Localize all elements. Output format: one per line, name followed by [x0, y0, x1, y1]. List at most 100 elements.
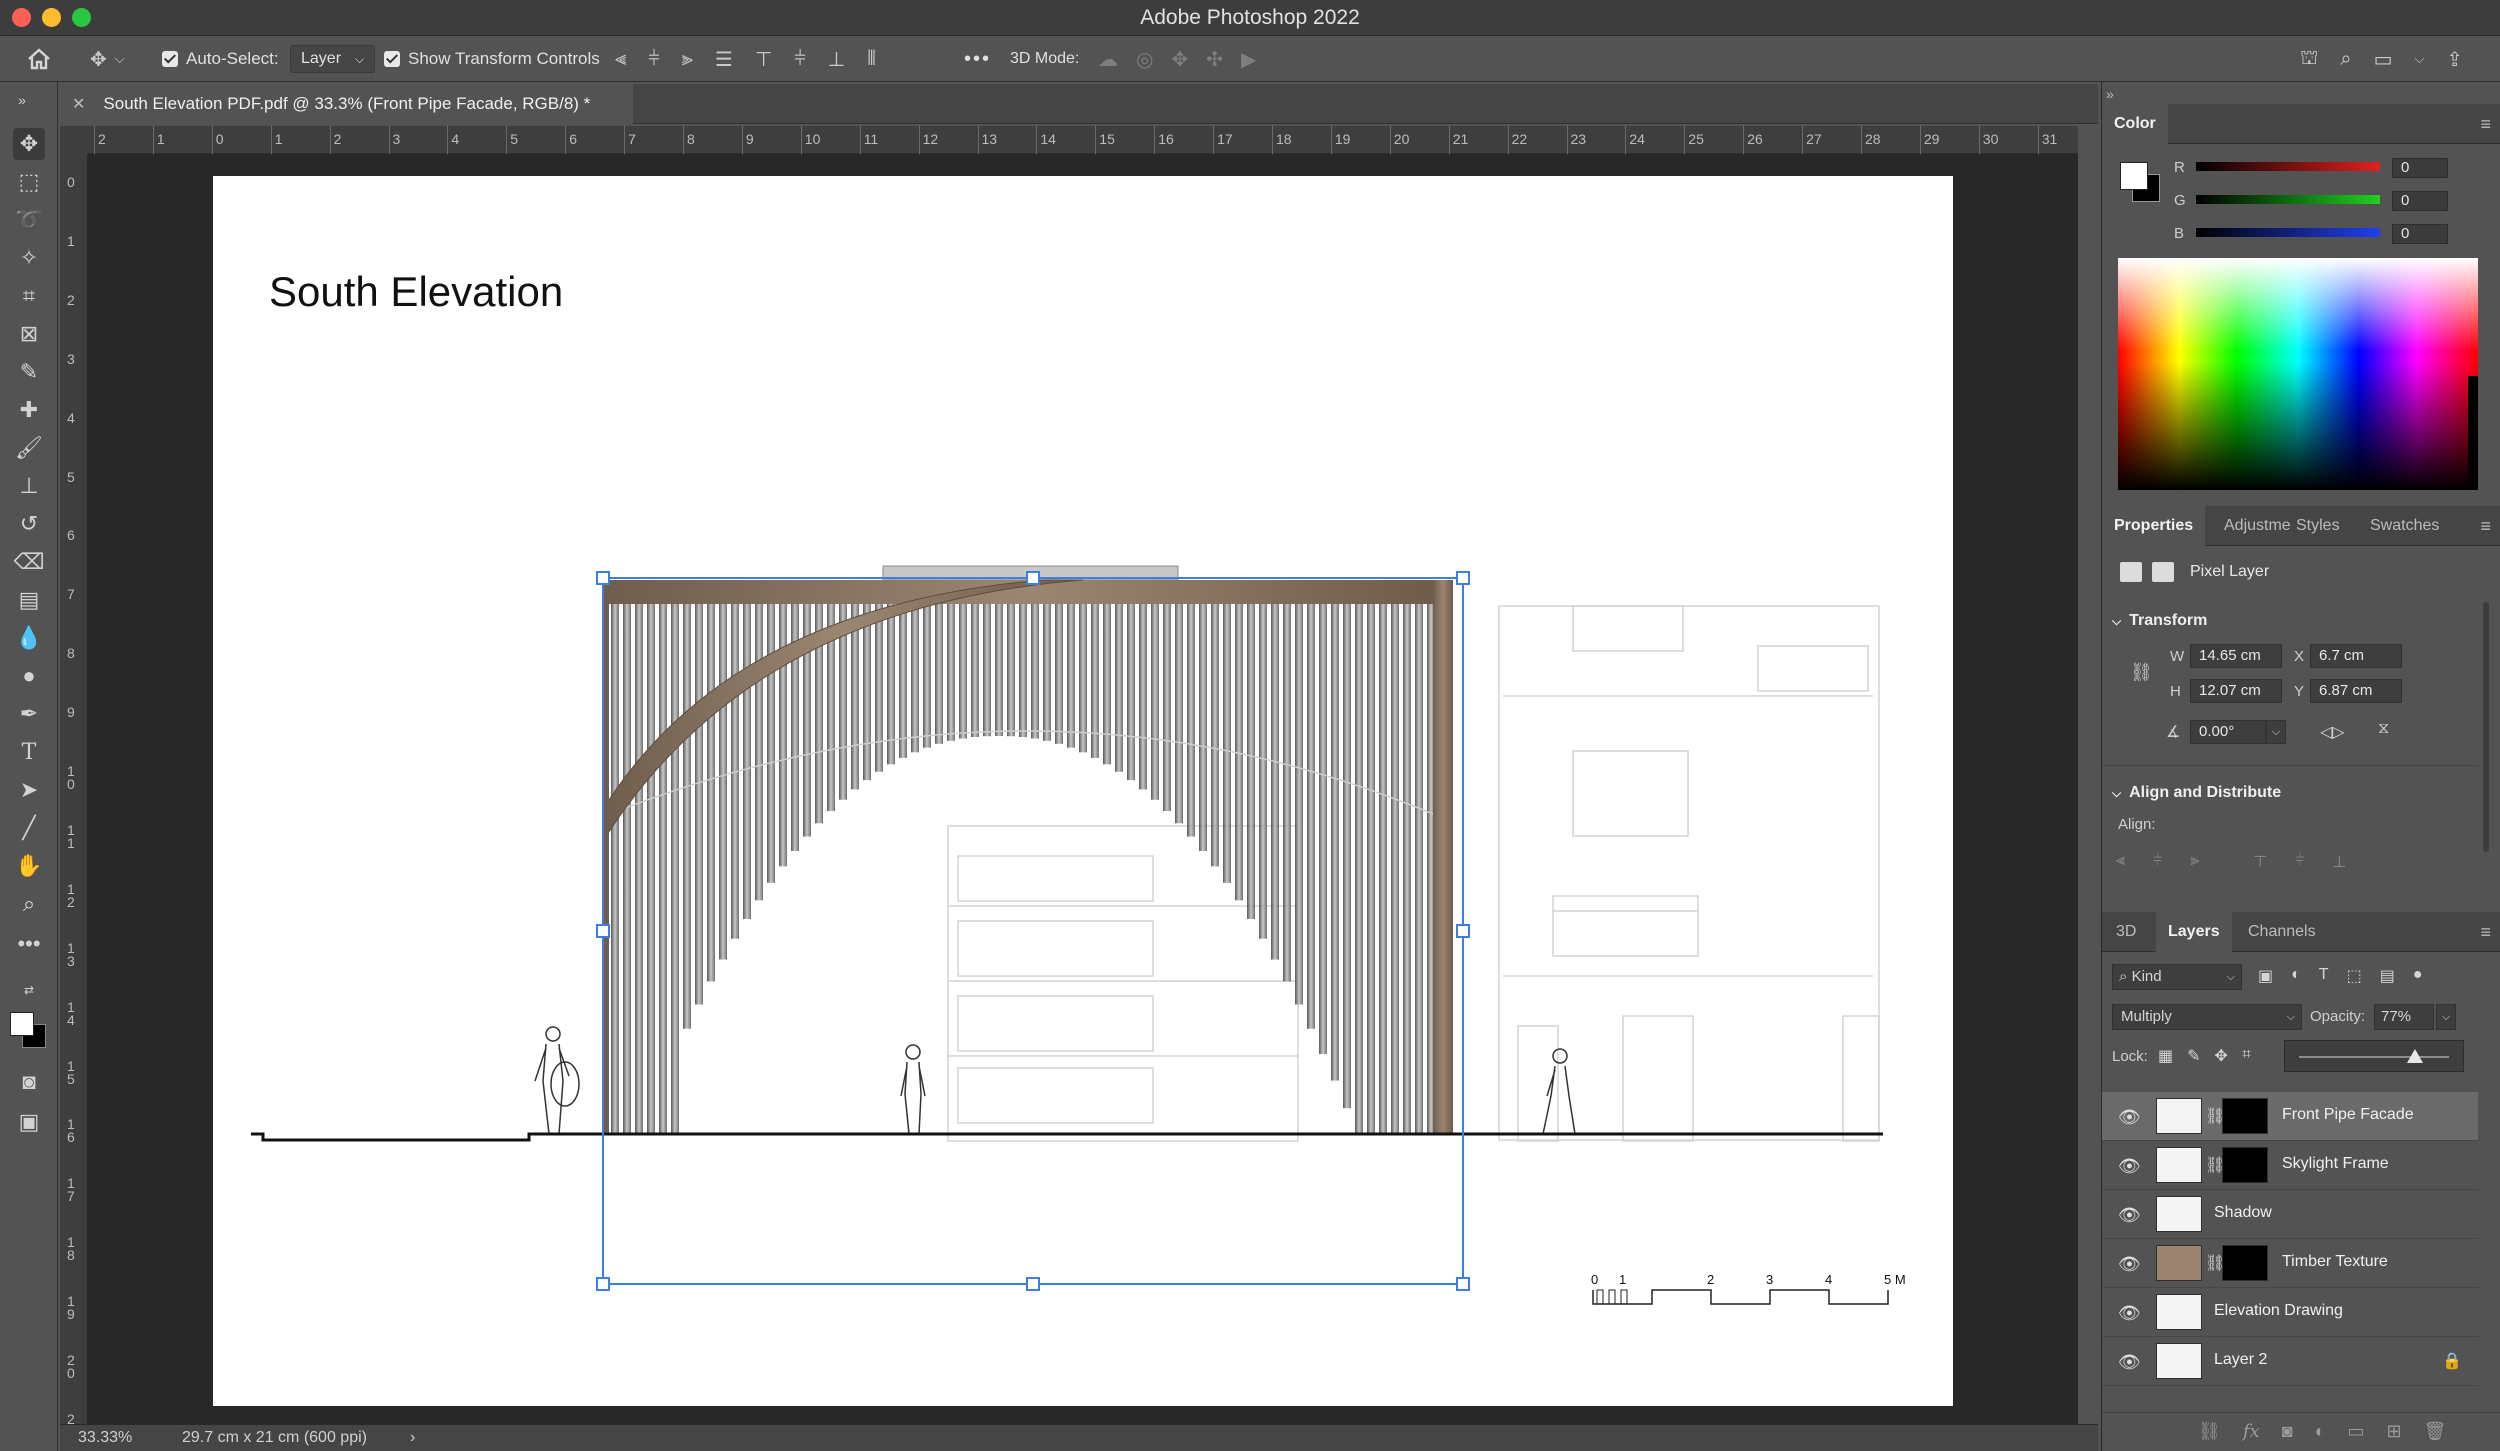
clone-stamp-icon[interactable]: ⊥	[13, 470, 45, 502]
blue-slider[interactable]	[2196, 228, 2380, 237]
opacity-input[interactable]: 77%	[2374, 1004, 2434, 1030]
magic-wand-icon[interactable]: ✧	[13, 242, 45, 274]
pixel-layer-icon[interactable]	[2120, 562, 2142, 582]
green-value-input[interactable]: 0	[2392, 191, 2448, 211]
move-tool-icon[interactable]: ✥	[13, 128, 45, 160]
align-left-edges-icon[interactable]: ⫷	[615, 48, 626, 71]
line-tool-icon[interactable]: ╱	[13, 812, 45, 844]
align-middle-icon[interactable]: ⫩	[2295, 852, 2304, 872]
foreground-color-swatch[interactable]	[10, 1012, 34, 1036]
flip-horizontal-icon[interactable]: ◁▷	[2320, 722, 2345, 742]
add-mask-icon[interactable]: ◙	[2282, 1421, 2293, 1442]
panel-menu-icon[interactable]: ≡	[2480, 922, 2491, 943]
layer-thumbnail[interactable]	[2156, 1245, 2202, 1281]
hand-tool-icon[interactable]: ✋	[13, 850, 45, 882]
layer-row[interactable]: 👁 Layer 2 🔒	[2102, 1337, 2478, 1386]
history-brush-icon[interactable]: ↺	[13, 508, 45, 540]
layer-thumbnail[interactable]	[2156, 1098, 2202, 1134]
more-options-button[interactable]: •••	[964, 36, 991, 82]
align-right-edges-icon[interactable]: ⫸	[682, 48, 693, 71]
lock-position-icon[interactable]: ✥	[2215, 1046, 2228, 1066]
path-selection-icon[interactable]: ➤	[13, 774, 45, 806]
align-horizontal-centers-icon[interactable]: ⫩	[648, 48, 659, 71]
brush-tool-icon[interactable]: 🖌	[13, 432, 45, 464]
screen-mode-icon[interactable]: ▣	[13, 1106, 45, 1138]
layer-name[interactable]: Elevation Drawing	[2214, 1302, 2343, 1320]
opacity-slider-track[interactable]	[2299, 1056, 2449, 1058]
spectrum-black-strip[interactable]	[2468, 376, 2478, 490]
visibility-eye-icon[interactable]: 👁	[2118, 1107, 2141, 1128]
filter-smart-object-icon[interactable]: ▤	[2380, 966, 2395, 986]
angle-dropdown[interactable]: ⌵	[2266, 720, 2286, 744]
zoom-level[interactable]: 33.33%	[78, 1429, 132, 1447]
rectangular-marquee-icon[interactable]: ⬚	[13, 166, 45, 198]
layer-row[interactable]: 👁 Shadow	[2102, 1190, 2478, 1239]
blend-mode-dropdown[interactable]: Multiply ⌵	[2112, 1004, 2302, 1030]
tab-swatches[interactable]: Swatches	[2370, 506, 2439, 546]
lock-transparent-icon[interactable]: ▦	[2158, 1046, 2173, 1066]
filter-pixel-icon[interactable]: ▣	[2258, 966, 2273, 986]
layer-name[interactable]: Front Pipe Facade	[2282, 1106, 2414, 1124]
red-slider[interactable]	[2196, 162, 2380, 171]
dodge-tool-icon[interactable]: ●	[13, 660, 45, 692]
red-value-input[interactable]: 0	[2392, 158, 2448, 178]
align-bottom-edges-icon[interactable]: ⊥	[828, 47, 845, 72]
panel-menu-icon[interactable]: ≡	[2480, 114, 2491, 135]
edit-toolbar-icon[interactable]: •••	[13, 928, 45, 960]
layer-thumbnail[interactable]	[2156, 1196, 2202, 1232]
gradient-tool-icon[interactable]: ▤	[13, 584, 45, 616]
pan-3d-icon[interactable]: ✥	[1171, 47, 1188, 72]
quick-mask-icon[interactable]: ◙	[13, 1066, 45, 1098]
tab-styles[interactable]: Styles	[2296, 506, 2340, 546]
close-document-icon[interactable]: ✕	[72, 94, 85, 114]
align-left-icon[interactable]: ⫷	[2116, 852, 2125, 872]
visibility-eye-icon[interactable]: 👁	[2118, 1205, 2141, 1226]
layer-mask-thumbnail[interactable]	[2222, 1098, 2268, 1134]
opacity-slider-thumb[interactable]	[2406, 1049, 2423, 1063]
document-tab[interactable]: ✕ South Elevation PDF.pdf @ 33.3% (Front…	[58, 84, 633, 124]
layer-style-icon[interactable]: fx	[2243, 1421, 2260, 1442]
canvas-workspace[interactable]: South Elevation 0 1 2 3 4 5 M	[88, 154, 2078, 1424]
layer-lock-icon[interactable]: 🔒	[2442, 1351, 2462, 1371]
auto-select-dropdown[interactable]: Layer ⌵	[290, 45, 376, 73]
layer-name[interactable]: Skylight Frame	[2282, 1155, 2389, 1173]
layer-name[interactable]: Shadow	[2214, 1204, 2272, 1222]
workspace-layout-icon[interactable]: ▭	[2374, 47, 2393, 72]
vertical-ruler[interactable]: 0 1 2 3 4 5 6 7 8 9 10 11 12 13 14 15 16 17 18 19 20 2	[60, 154, 88, 1426]
align-right-icon[interactable]: ⫸	[2190, 852, 2199, 872]
type-tool-icon[interactable]: T	[13, 736, 45, 768]
eraser-icon[interactable]: ⌫	[13, 546, 45, 578]
properties-scrollbar[interactable]	[2483, 602, 2489, 852]
layer-thumbnail[interactable]	[2156, 1294, 2202, 1330]
visibility-eye-icon[interactable]: 👁	[2118, 1254, 2141, 1275]
filter-shape-icon[interactable]: ⬚	[2347, 966, 2362, 986]
document-canvas[interactable]: South Elevation 0 1 2 3 4 5 M	[213, 176, 1953, 1406]
share-cloud-icon[interactable]: ⛫	[2300, 47, 2318, 72]
color-fg-swatch[interactable]	[2120, 162, 2148, 190]
collapse-toolbar-icon[interactable]: »	[6, 84, 38, 116]
layer-mask-thumbnail[interactable]	[2222, 1245, 2268, 1281]
link-dimensions-icon[interactable]: ⛓	[2130, 662, 2153, 683]
visibility-eye-icon[interactable]: 👁	[2118, 1352, 2141, 1373]
layer-row[interactable]: 👁 Elevation Drawing	[2102, 1288, 2478, 1337]
align-top-edges-icon[interactable]: ⊤	[755, 47, 772, 72]
green-slider[interactable]	[2196, 195, 2380, 204]
collapse-panels-icon[interactable]: »	[2106, 86, 2114, 102]
layer-row[interactable]: 👁 ⛓ Skylight Frame	[2102, 1141, 2478, 1190]
opacity-dropdown[interactable]: ⌵	[2436, 1004, 2456, 1030]
align-vertical-centers-icon[interactable]: ⫩	[794, 48, 805, 71]
camera-3d-icon[interactable]: ▶	[1241, 47, 1256, 72]
visibility-eye-icon[interactable]: 👁	[2118, 1303, 2141, 1324]
orbit-3d-icon[interactable]: ☁	[1098, 47, 1118, 72]
new-layer-icon[interactable]: ⊞	[2386, 1421, 2401, 1442]
filter-adjustment-icon[interactable]: ◐	[2291, 966, 2301, 986]
distribute-vertical-icon[interactable]: ☰	[715, 47, 733, 72]
layer-mask-icon[interactable]	[2152, 562, 2174, 582]
horizontal-ruler[interactable]: 2 1 0 1 2 3 4 5 6 7 8 9 10 11 12 13 14 15 16 17 18 19 20 21 22 23…	[88, 126, 2078, 154]
filter-toggle-icon[interactable]: ●	[2413, 966, 2423, 986]
align-section-header[interactable]: ⌵ Align and Distribute	[2112, 784, 2281, 802]
tab-adjustments[interactable]: Adjustme	[2224, 506, 2291, 546]
blur-tool-icon[interactable]: 💧	[13, 622, 45, 654]
tab-channels[interactable]: Channels	[2248, 912, 2316, 952]
layer-filter-dropdown[interactable]: ⌕ Kind ⌵	[2112, 964, 2242, 990]
